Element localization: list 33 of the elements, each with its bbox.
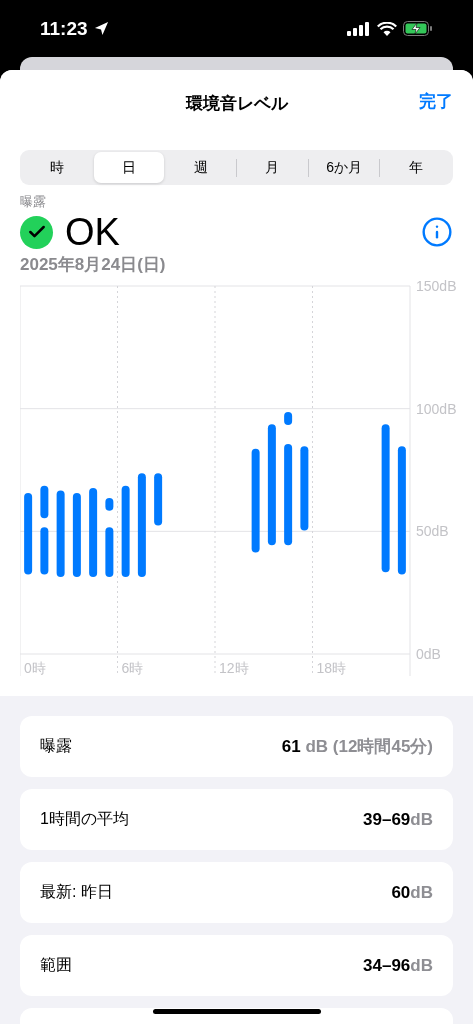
- done-button[interactable]: 完了: [419, 90, 453, 113]
- stat-value: 34–96dB: [363, 955, 433, 976]
- axis-label: 18時: [316, 660, 347, 676]
- signal-icon: [347, 21, 371, 36]
- location-arrow-icon: [93, 21, 109, 36]
- stat-label: 1時間の平均: [40, 809, 130, 829]
- date-text: 2025年8月24日(日): [20, 254, 167, 276]
- axis-label: 150dB: [416, 278, 457, 294]
- battery-charging-icon: [403, 21, 433, 36]
- axis-label: 50dB: [416, 523, 449, 540]
- segment-tab[interactable]: 週: [165, 152, 236, 183]
- segment-tab[interactable]: 6か月: [308, 152, 380, 183]
- stat-value: 61 dB (12時間45分): [281, 736, 433, 758]
- info-icon[interactable]: [421, 216, 453, 248]
- segment-tab[interactable]: 年: [380, 152, 452, 183]
- segment-tab[interactable]: 時: [22, 152, 93, 183]
- segment-tab[interactable]: 月: [237, 152, 308, 183]
- stat-label: 最新: 昨日: [40, 882, 114, 902]
- status-time: 11:23: [40, 17, 88, 40]
- axis-label: 6時: [121, 660, 144, 676]
- axis-label: 0dB: [416, 646, 441, 662]
- segment-tab[interactable]: 日: [93, 152, 165, 183]
- stat-label: 範囲: [40, 955, 73, 975]
- status-text: OK: [65, 210, 121, 254]
- stat-value: 60dB: [391, 882, 433, 903]
- axis-label: 12時: [219, 660, 249, 676]
- wifi-icon: [377, 21, 397, 36]
- exposure-label: 曝露: [20, 193, 47, 211]
- axis-label: 0時: [24, 660, 46, 676]
- stat-value: 39–69dB: [363, 809, 433, 830]
- screen-title: 環境音レベル: [185, 92, 288, 115]
- stat-label: 曝露: [40, 736, 73, 756]
- axis-label: 100dB: [416, 400, 457, 417]
